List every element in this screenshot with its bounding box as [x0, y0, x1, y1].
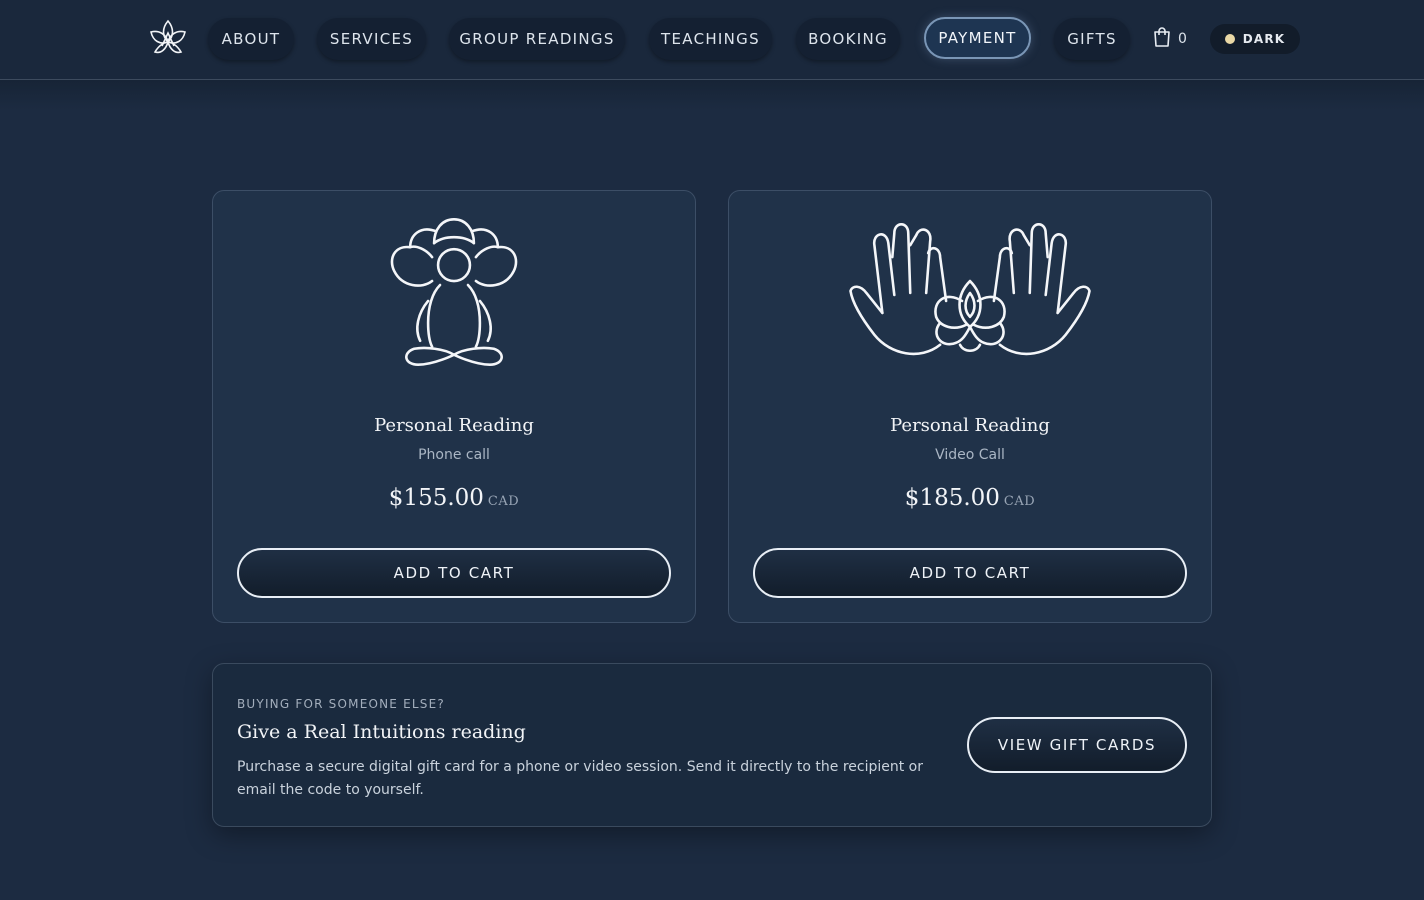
product-price: $185.00 CAD [729, 485, 1211, 511]
price-currency: CAD [487, 494, 520, 509]
shopping-bag-icon [1152, 26, 1172, 52]
nav-group-readings[interactable]: GROUP READINGS [449, 18, 625, 60]
nav-gifts[interactable]: GIFTS [1054, 18, 1130, 60]
gift-eyebrow: BUYING FOR SOMEONE ELSE? [237, 697, 445, 711]
product-subtitle: Video Call [935, 447, 1005, 463]
add-to-cart-button[interactable]: ADD TO CART [237, 548, 671, 598]
nav-payment[interactable]: PAYMENT [924, 17, 1031, 59]
theme-toggle[interactable]: DARK [1210, 24, 1300, 54]
price-amount: $155.00 [388, 485, 484, 511]
header-shadow [0, 80, 1424, 110]
theme-dot-icon [1224, 34, 1235, 44]
nav-services[interactable]: SERVICES [317, 18, 426, 60]
nav-booking[interactable]: BOOKING [796, 18, 900, 60]
nav-teachings[interactable]: TEACHINGS [649, 18, 772, 60]
product-card-phone: Personal Reading Phone call $155.00 CAD A… [212, 190, 696, 623]
meditating-figure-lotus-icon [213, 205, 695, 375]
price-currency: CAD [1003, 494, 1036, 509]
product-price: $155.00 CAD [213, 485, 695, 511]
cart-button[interactable]: 0 [1152, 27, 1187, 51]
site-header: ABOUT SERVICES GROUP READINGS TEACHINGS … [0, 0, 1424, 80]
product-title: Personal Reading [374, 415, 534, 436]
price-amount: $185.00 [904, 485, 1000, 511]
product-title: Personal Reading [890, 415, 1050, 436]
lotus-logo-icon[interactable] [147, 18, 189, 60]
add-to-cart-button[interactable]: ADD TO CART [753, 548, 1187, 598]
gift-title: Give a Real Intuitions reading [237, 721, 526, 743]
open-hands-lotus-icon [729, 205, 1211, 375]
theme-label: DARK [1242, 32, 1286, 46]
gift-description: Purchase a secure digital gift card for … [237, 759, 923, 798]
product-subtitle: Phone call [418, 447, 490, 463]
nav-about[interactable]: ABOUT [208, 18, 294, 60]
cart-count: 0 [1178, 31, 1187, 47]
gift-card-banner: BUYING FOR SOMEONE ELSE? Give a Real Int… [212, 663, 1212, 827]
view-gift-cards-button[interactable]: VIEW GIFT CARDS [967, 717, 1187, 773]
product-card-video: Personal Reading Video Call $185.00 CAD A… [728, 190, 1212, 623]
